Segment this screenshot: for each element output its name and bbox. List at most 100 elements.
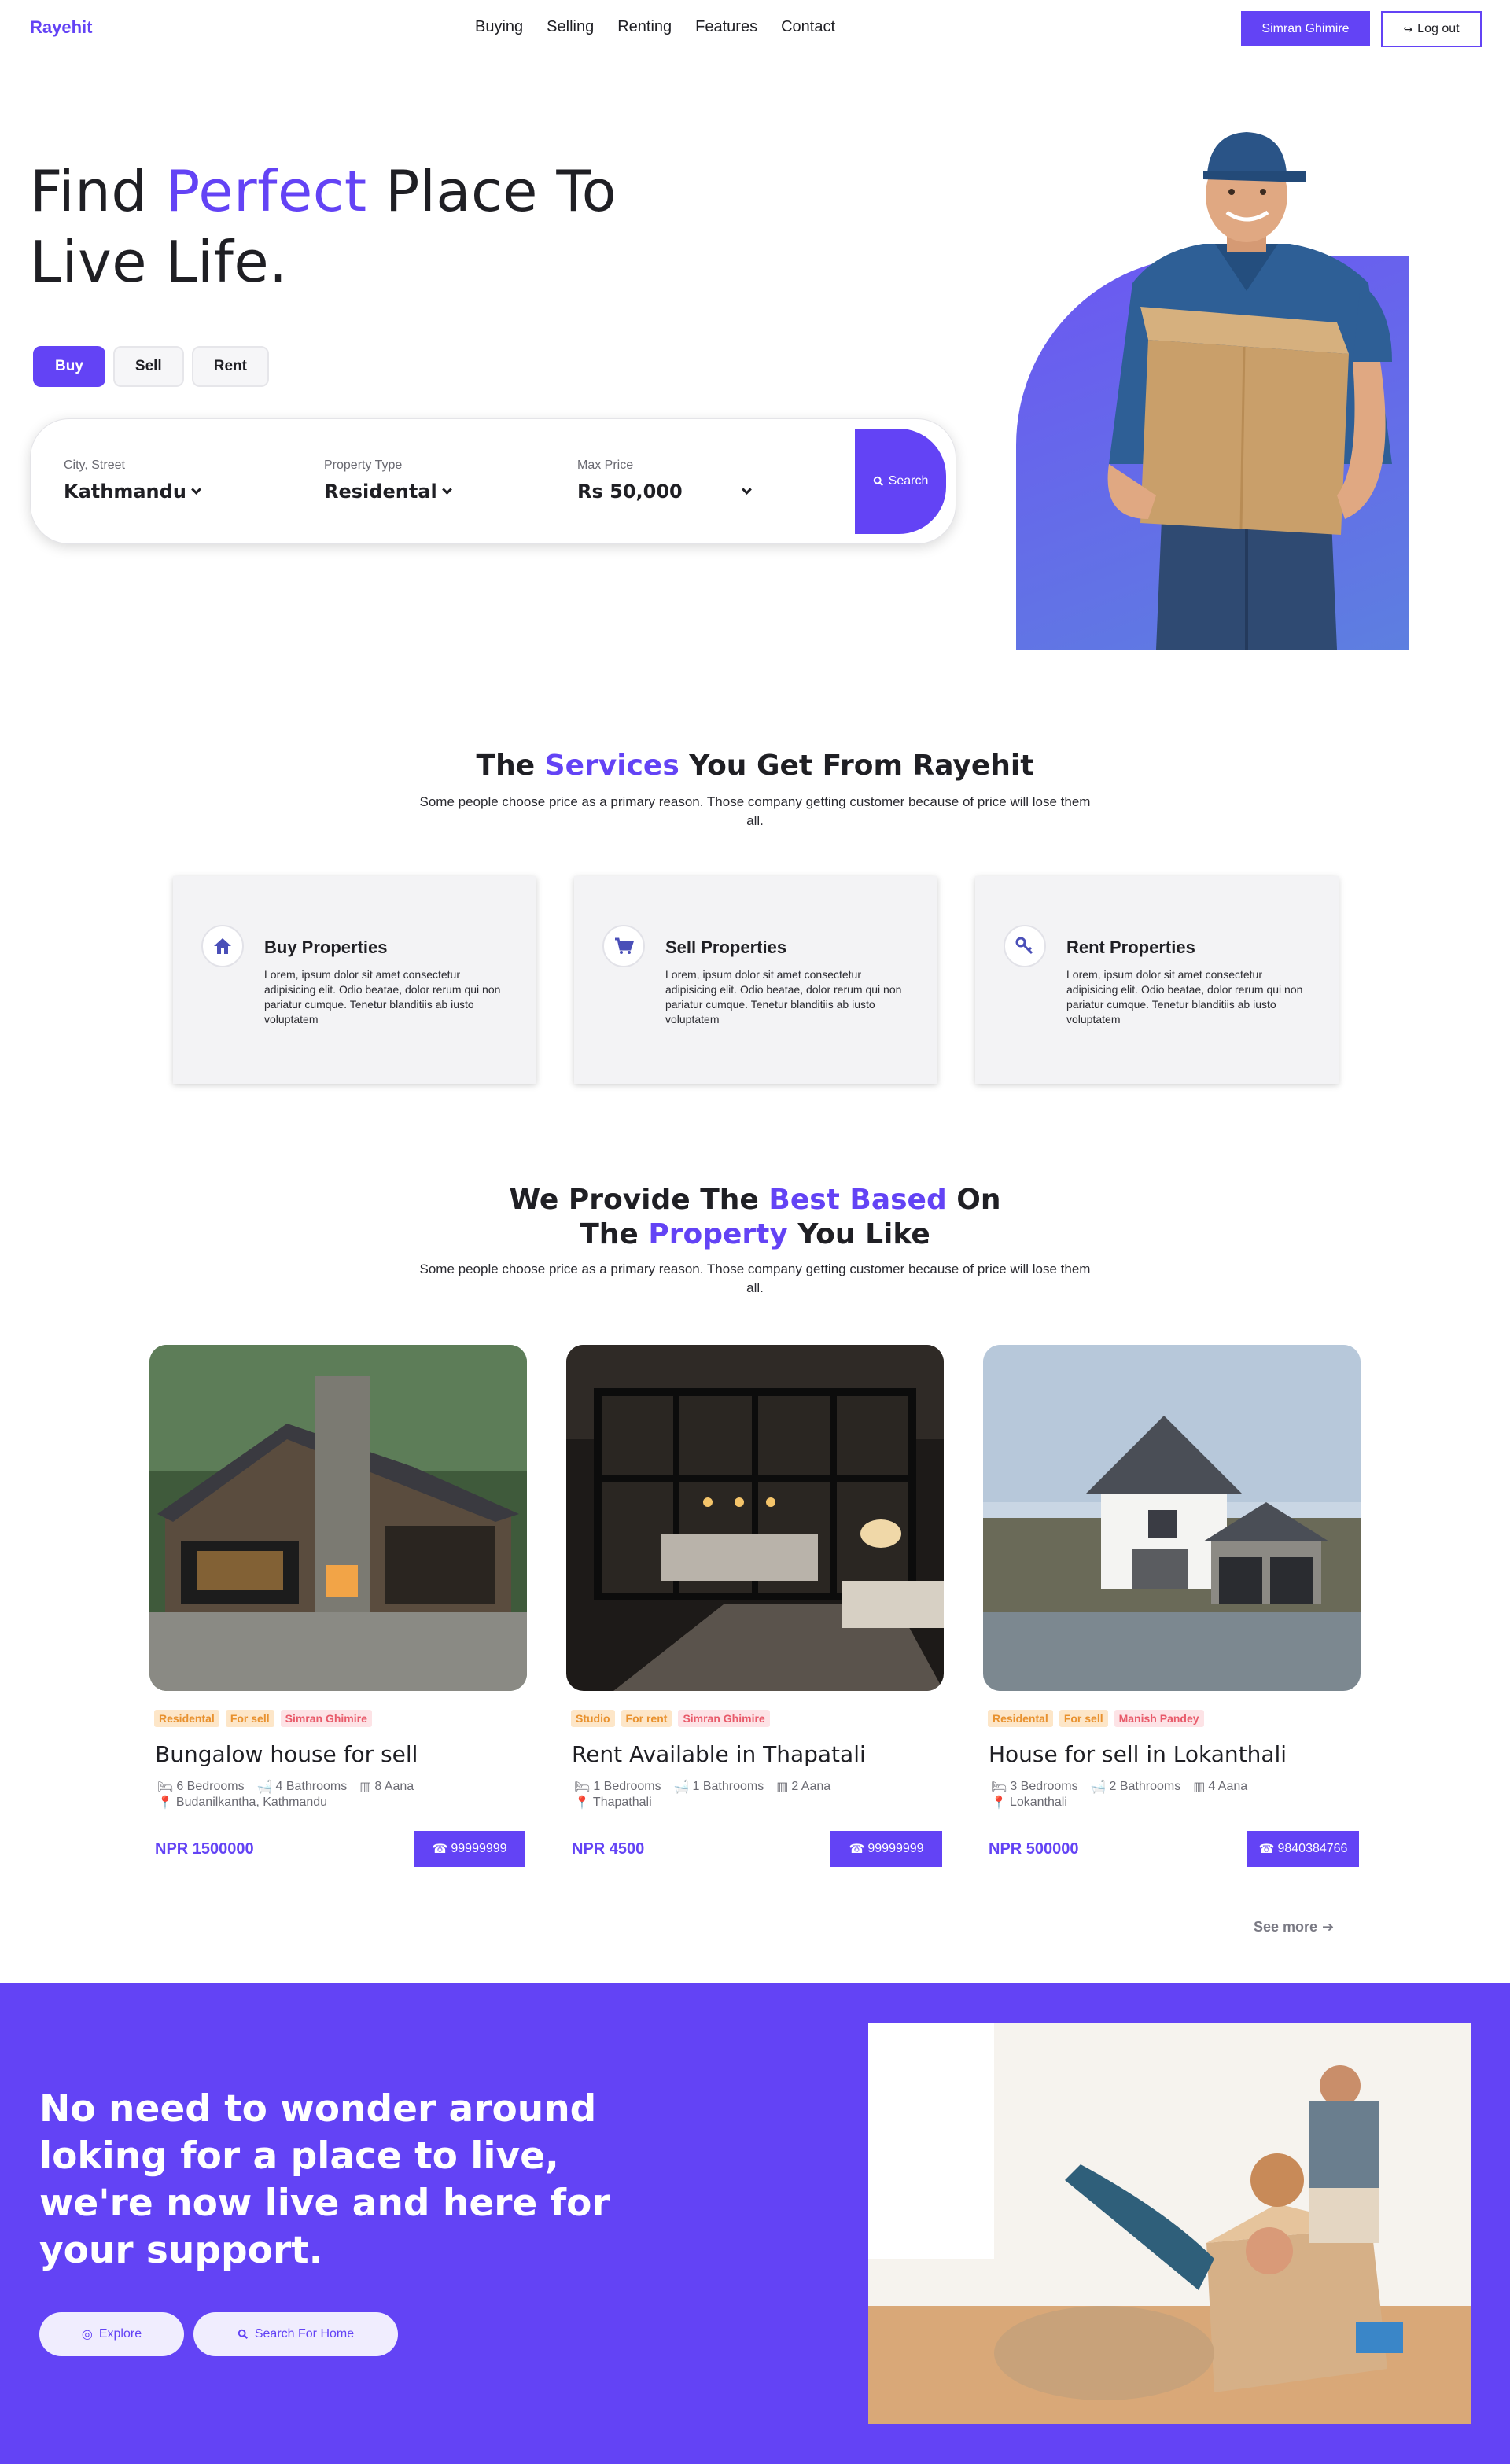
property-type-field[interactable]: Property Type Residental <box>324 459 452 503</box>
bed-icon: 🛏 <box>991 1781 1007 1794</box>
bedrooms: 6 Bedrooms <box>176 1780 245 1793</box>
location-text: Thapathali <box>592 1796 652 1809</box>
phone-number: 99999999 <box>451 1842 507 1855</box>
property-price: NPR 500000 <box>989 1840 1079 1858</box>
tab-sell[interactable]: Sell <box>112 346 184 387</box>
property-location: 📍 Thapathali <box>574 1795 652 1810</box>
phone-icon: ☎ <box>432 1843 448 1856</box>
property-location: 📍 Budanilkantha, Kathmandu <box>157 1795 327 1810</box>
tag-owner: Simran Ghimire <box>280 1710 372 1727</box>
city-field[interactable]: City, Street Kathmandu <box>64 459 201 503</box>
nav-links: Buying Selling Renting Features Contact <box>475 18 835 36</box>
nav-link-selling[interactable]: Selling <box>547 18 594 36</box>
property-tags: Studio For rent Simran Ghimire <box>571 1710 770 1727</box>
location-text: Budanilkantha, Kathmandu <box>175 1796 328 1809</box>
chevron-down-icon <box>742 484 752 495</box>
bath-icon: 🛁 <box>256 1781 273 1794</box>
properties-title-line1-part1: We Provide The <box>509 1184 769 1216</box>
services-title: The Services You Get From Rayehit <box>0 749 1510 783</box>
service-card-rent[interactable]: Rent Properties Lorem, ipsum dolor sit a… <box>975 876 1339 1084</box>
hero-title: Find Perfect Place To Live Life. <box>30 156 628 297</box>
area: 2 Aana <box>791 1780 831 1793</box>
bathrooms: 2 Bathrooms <box>1109 1780 1181 1793</box>
call-button[interactable]: ☎ 99999999 <box>830 1831 942 1867</box>
max-price-label: Max Price <box>577 459 634 472</box>
services-subtitle: Some people choose price as a primary re… <box>419 794 1091 828</box>
max-price-field[interactable]: Max Price Rs 50,000 <box>577 459 752 503</box>
properties-title-line2-part2: You Like <box>787 1218 930 1250</box>
search-icon <box>238 2329 248 2339</box>
service-card-buy[interactable]: Buy Properties Lorem, ipsum dolor sit am… <box>173 876 536 1084</box>
chevron-down-icon <box>441 484 452 495</box>
bed-icon: 🛏 <box>574 1781 591 1794</box>
properties-title-line2-part1: The <box>580 1218 649 1250</box>
property-title[interactable]: House for sell in Lokanthali <box>989 1741 1287 1767</box>
hero-title-part1: Find <box>30 158 166 224</box>
property-image[interactable] <box>149 1345 527 1691</box>
explore-button[interactable]: ◎ Explore <box>39 2312 184 2356</box>
location-text: Lokanthali <box>1009 1796 1067 1809</box>
chevron-down-icon <box>191 484 201 495</box>
nav-link-renting[interactable]: Renting <box>617 18 672 36</box>
phone-icon: ☎ <box>1258 1843 1275 1856</box>
property-tags: Residental For sell Manish Pandey <box>988 1710 1204 1727</box>
location-pin-icon: 📍 <box>991 1796 1007 1810</box>
tag-owner: Manish Pandey <box>1114 1710 1204 1727</box>
property-tags: Residental For sell Simran Ghimire <box>154 1710 372 1727</box>
support-banner-title: No need to wonder around loking for a pl… <box>39 2087 610 2272</box>
logout-button[interactable]: ↪ Log out <box>1381 11 1482 47</box>
bathrooms: 4 Bathrooms <box>275 1780 348 1793</box>
search-button[interactable]: Search <box>855 429 946 534</box>
city-label: City, Street <box>64 459 125 472</box>
services-title-part1: The <box>476 750 545 782</box>
search-for-home-button[interactable]: Search For Home <box>193 2312 398 2356</box>
area: 4 Aana <box>1208 1780 1248 1793</box>
nav-link-features[interactable]: Features <box>695 18 757 36</box>
property-price: NPR 4500 <box>572 1840 645 1858</box>
services-title-part2: You Get From Rayehit <box>679 750 1034 782</box>
support-banner: No need to wonder around loking for a pl… <box>0 1983 1510 2464</box>
properties-subtitle: Some people choose price as a primary re… <box>419 1261 1091 1295</box>
tab-rent[interactable]: Rent <box>191 346 269 387</box>
property-image[interactable] <box>566 1345 944 1691</box>
brand-logo[interactable]: Rayehit <box>30 17 92 38</box>
bathrooms: 1 Bathrooms <box>692 1780 764 1793</box>
see-more-label: See more <box>1254 1919 1318 1935</box>
service-card-sell[interactable]: Sell Properties Lorem, ipsum dolor sit a… <box>574 876 937 1084</box>
tag-type: Studio <box>571 1710 615 1727</box>
search-for-home-label: Search For Home <box>254 2327 355 2341</box>
nav-link-buying[interactable]: Buying <box>475 18 523 36</box>
call-button[interactable]: ☎ 9840384766 <box>1247 1831 1359 1867</box>
service-text: Lorem, ipsum dolor sit amet consectetur … <box>665 968 902 1026</box>
bedrooms: 1 Bedrooms <box>593 1780 661 1793</box>
tag-type: Residental <box>154 1710 219 1727</box>
properties-title-accent-1: Best Based <box>768 1184 947 1216</box>
tab-buy[interactable]: Buy <box>33 346 105 387</box>
property-type-label: Property Type <box>324 459 403 472</box>
property-card[interactable]: Studio For rent Simran Ghimire Rent Avai… <box>566 1345 944 1867</box>
property-title[interactable]: Rent Available in Thapatali <box>572 1741 866 1767</box>
cart-icon <box>602 925 645 967</box>
services-title-accent: Services <box>544 750 680 782</box>
location-pin-icon: 📍 <box>157 1796 173 1810</box>
bedrooms: 3 Bedrooms <box>1010 1780 1078 1793</box>
area: 8 Aana <box>374 1780 414 1793</box>
call-button[interactable]: ☎ 99999999 <box>414 1831 525 1867</box>
properties-title-accent-2: Property <box>648 1218 788 1250</box>
property-search-box: City, Street Kathmandu Property Type Res… <box>30 418 956 544</box>
property-image[interactable] <box>983 1345 1361 1691</box>
property-card[interactable]: Residental For sell Manish Pandey House … <box>983 1345 1361 1867</box>
city-value: Kathmandu <box>64 481 186 503</box>
bath-icon: 🛁 <box>1090 1781 1107 1794</box>
property-card[interactable]: Residental For sell Simran Ghimire Bunga… <box>149 1345 527 1867</box>
nav-link-contact[interactable]: Contact <box>781 18 835 36</box>
service-title: Rent Properties <box>1066 937 1195 957</box>
search-button-label: Search <box>888 474 929 488</box>
home-icon <box>201 925 244 967</box>
user-account-button[interactable]: Simran Ghimire <box>1241 11 1370 46</box>
property-title[interactable]: Bungalow house for sell <box>155 1741 418 1767</box>
location-pin-icon: 📍 <box>574 1796 590 1810</box>
explore-label: Explore <box>98 2327 142 2341</box>
hero-title-accent: Perfect <box>165 158 367 224</box>
see-more-link[interactable]: See more ➔ <box>1254 1919 1334 1935</box>
